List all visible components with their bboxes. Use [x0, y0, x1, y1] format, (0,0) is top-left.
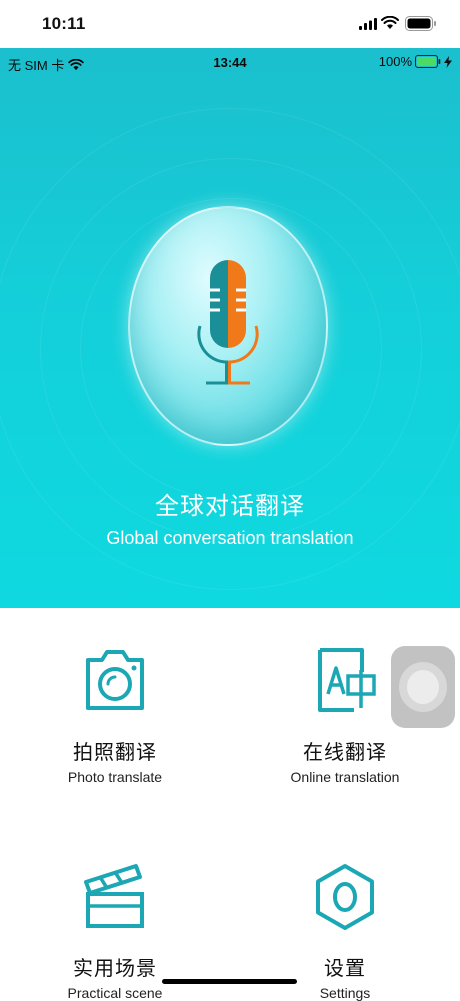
- practical-scene-label-cn: 实用场景: [73, 958, 157, 980]
- photo-translate-label-en: Photo translate: [67, 769, 163, 785]
- charging-bolt-icon: [444, 55, 452, 68]
- assistive-touch-inner-ring: [407, 670, 439, 704]
- voice-record-button[interactable]: [128, 206, 328, 446]
- hero-title: 全球对话翻译: [155, 493, 305, 520]
- outer-status-time: 10:11: [42, 14, 86, 33]
- translate-icon: [318, 648, 376, 712]
- battery-icon: [405, 16, 436, 31]
- cellular-signal-icon: [359, 18, 377, 30]
- battery-icon: [415, 55, 441, 68]
- wifi-icon: [381, 16, 399, 29]
- outer-status-bar: 10:11: [0, 0, 460, 48]
- clapperboard-icon: [84, 864, 144, 928]
- photo-translate-label-cn: 拍照翻译: [73, 742, 157, 764]
- battery-info: 100%: [379, 54, 452, 69]
- photo-translate-button[interactable]: 拍照翻译 Photo translate: [15, 646, 215, 785]
- settings-label-en: Settings: [319, 985, 371, 1001]
- home-indicator[interactable]: [162, 979, 297, 984]
- online-translation-label-cn: 在线翻译: [303, 742, 387, 764]
- hero-banner: 无 SIM 卡 13:44 100% 全球对话翻译 Global convers…: [0, 48, 460, 608]
- hero-subtitle: Global conversation translation: [106, 528, 354, 548]
- online-translation-label-en: Online translation: [290, 769, 400, 785]
- camera-icon: [86, 650, 144, 710]
- settings-icon: [316, 864, 374, 930]
- microphone-icon: [197, 260, 259, 385]
- inner-status-bar: 无 SIM 卡 13:44 100%: [0, 48, 460, 76]
- settings-label-cn: 设置: [324, 958, 366, 980]
- practical-scene-label-en: Practical scene: [67, 985, 163, 1001]
- battery-percent: 100%: [378, 54, 412, 69]
- assistive-touch-button[interactable]: [391, 646, 455, 728]
